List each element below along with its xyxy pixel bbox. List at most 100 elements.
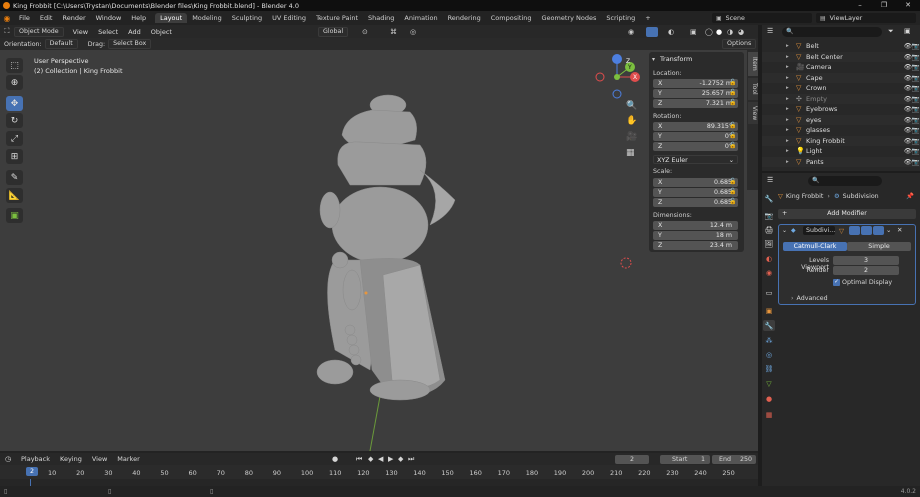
outliner-item[interactable]: ▸ ▽ glasses 👁 📷 xyxy=(762,125,920,135)
record-icon[interactable]: ● xyxy=(332,455,338,463)
timeline-menu-playback[interactable]: Playback xyxy=(16,455,55,463)
tab-scripting[interactable]: Scripting xyxy=(601,13,640,23)
lock-icon[interactable]: 🔓 xyxy=(729,79,736,86)
solid-shading-icon[interactable]: ● xyxy=(716,28,722,36)
expand-arrow-icon[interactable]: ▸ xyxy=(786,106,796,112)
render-camera-icon[interactable]: 📷 xyxy=(912,84,920,92)
render-camera-icon[interactable]: 📷 xyxy=(912,158,920,166)
next-keyframe-icon[interactable]: ◆ xyxy=(398,455,403,463)
lock-icon[interactable]: 🔓 xyxy=(729,132,736,139)
lock-icon[interactable]: 🔓 xyxy=(729,142,736,149)
modifier-name-field[interactable]: Subdivi... xyxy=(803,226,835,235)
properties-editor-type-icon[interactable]: ☰ xyxy=(767,176,773,184)
expand-arrow-icon[interactable]: ▸ xyxy=(786,159,796,165)
minimize-icon[interactable]: – xyxy=(848,0,872,11)
tab-texture-paint[interactable]: Texture Paint xyxy=(311,13,363,23)
pin-icon[interactable]: 📌 xyxy=(906,192,914,200)
scale-z-field[interactable]: Z 0.685 xyxy=(653,198,738,207)
add-workspace-button[interactable]: + xyxy=(640,13,655,23)
gizmo-toggle-icon[interactable] xyxy=(646,26,658,37)
visibility-eye-icon[interactable]: 👁 xyxy=(904,95,912,103)
play-icon[interactable]: ▶ xyxy=(388,455,393,463)
render-camera-icon[interactable]: 📷 xyxy=(912,42,920,50)
lock-icon[interactable]: 🔓 xyxy=(729,178,736,185)
render-camera-icon[interactable]: 📷 xyxy=(912,53,920,61)
scale-x-field[interactable]: X 0.685 xyxy=(653,178,738,187)
sidebar-tab-tool[interactable]: Tool xyxy=(748,78,758,100)
lock-icon[interactable]: 🔓 xyxy=(729,198,736,205)
location-x-field[interactable]: X -1.2752 m xyxy=(653,79,738,88)
pan-hand-icon[interactable]: ✋ xyxy=(626,116,637,126)
outliner-item[interactable]: ▸ ▽ Belt Center 👁 📷 xyxy=(762,51,920,62)
levels-viewport-field[interactable]: 3 xyxy=(833,256,899,265)
expand-arrow-icon[interactable]: ▸ xyxy=(786,75,796,81)
constraints-properties-icon[interactable]: ⛓ xyxy=(763,363,775,374)
dimensions-z-field[interactable]: Z 23.4 m xyxy=(653,241,738,250)
ortho-grid-icon[interactable]: ▦ xyxy=(626,148,635,158)
menu-window[interactable]: Window xyxy=(91,14,127,22)
menu-help[interactable]: Help xyxy=(126,14,151,22)
advanced-subpanel[interactable]: › Advanced xyxy=(791,295,828,302)
modifier-properties-icon[interactable]: 🔧 xyxy=(763,320,775,331)
expand-arrow-icon[interactable]: ▸ xyxy=(786,54,796,60)
render-camera-icon[interactable]: 📷 xyxy=(912,95,920,103)
outliner-item[interactable]: ▸ ▽ Cape 👁 📷 xyxy=(762,72,920,83)
visibility-eye-icon[interactable]: 👁 xyxy=(904,147,912,155)
dimensions-y-field[interactable]: Y 18 m xyxy=(653,231,738,240)
timeline-menu-keying[interactable]: Keying xyxy=(55,455,87,463)
mode-dropdown[interactable]: Object Mode xyxy=(14,26,64,37)
outliner-item[interactable]: ▸ ▽ King Frobbit 👁 📷 xyxy=(762,135,920,146)
outliner-editor-type-icon[interactable]: ☰ xyxy=(767,27,773,35)
expand-arrow-icon[interactable]: ▸ xyxy=(786,64,796,70)
start-frame-field[interactable]: Start 1 xyxy=(660,454,710,464)
lock-icon[interactable]: 🔓 xyxy=(729,89,736,96)
physics-properties-icon[interactable]: ◎ xyxy=(763,349,775,360)
close-icon[interactable]: ✕ xyxy=(896,0,920,11)
visibility-eye-icon[interactable]: 👁 xyxy=(904,74,912,82)
visibility-eye-icon[interactable]: 👁 xyxy=(904,84,912,92)
simple-button[interactable]: Simple xyxy=(847,242,911,251)
visibility-eye-icon[interactable]: 👁 xyxy=(904,137,912,145)
menu-render[interactable]: Render xyxy=(57,14,90,22)
timeline-menu-view[interactable]: View xyxy=(87,455,112,463)
particles-properties-icon[interactable]: ⁂ xyxy=(763,335,775,346)
data-properties-icon[interactable]: ▽ xyxy=(763,378,775,389)
viewport-menu-select[interactable]: Select xyxy=(93,28,123,36)
rotate-tool[interactable]: ↻ xyxy=(6,113,23,128)
end-frame-field[interactable]: End 250 xyxy=(712,454,756,464)
remove-modifier-icon[interactable]: ✕ xyxy=(897,226,902,234)
blender-menu-icon[interactable]: ◉ xyxy=(0,14,14,23)
filter-icon[interactable]: ⏷ xyxy=(888,27,894,36)
lock-icon[interactable]: 🔓 xyxy=(729,188,736,195)
scale-y-field[interactable]: Y 0.685 xyxy=(653,188,738,197)
tab-geometry-nodes[interactable]: Geometry Nodes xyxy=(537,13,602,23)
current-frame-field[interactable]: 2 xyxy=(615,454,649,464)
move-tool[interactable]: ✥ xyxy=(6,96,23,111)
timeline-editor-type-icon[interactable]: ◷ xyxy=(0,455,16,463)
visibility-eye-icon[interactable]: 👁 xyxy=(904,105,912,113)
proportional-icon[interactable]: ◎ xyxy=(410,28,416,36)
jump-end-icon[interactable]: ⏭ xyxy=(408,455,414,464)
pivot-icon[interactable]: ⊙ xyxy=(362,28,368,36)
render-camera-icon[interactable]: 📷 xyxy=(912,63,920,71)
catmull-clark-button[interactable]: Catmull-Clark xyxy=(783,242,847,251)
scale-tool[interactable]: ⤢ xyxy=(6,131,23,146)
viewport-display-toggle-icon[interactable] xyxy=(861,226,872,235)
world-properties-icon[interactable]: ◉ xyxy=(763,267,775,278)
outliner-item[interactable]: ▸ 💡 Light 👁 📷 xyxy=(762,146,920,156)
outliner-item[interactable]: ▸ ▽ eyes 👁 📷 xyxy=(762,114,920,125)
menu-edit[interactable]: Edit xyxy=(35,14,58,22)
rendered-shading-icon[interactable]: ◕ xyxy=(738,28,744,36)
tab-modeling[interactable]: Modeling xyxy=(187,13,227,23)
camera-view-icon[interactable]: 🎥 xyxy=(626,132,637,142)
visibility-eye-icon[interactable]: 👁 xyxy=(904,63,912,71)
panel-collapse-icon[interactable]: ▾ xyxy=(652,56,655,63)
rotation-mode-dropdown[interactable]: XYZ Euler ⌄ xyxy=(653,155,738,164)
optimal-display-checkbox[interactable]: ✓ xyxy=(833,279,840,286)
new-collection-icon[interactable]: ▣ xyxy=(904,27,911,35)
maximize-icon[interactable]: ❐ xyxy=(872,0,896,11)
zoom-icon[interactable]: 🔍 xyxy=(626,101,637,111)
timeline-menu-marker[interactable]: Marker xyxy=(112,455,144,463)
tab-rendering[interactable]: Rendering xyxy=(443,13,486,23)
rotation-x-field[interactable]: X 89.315° xyxy=(653,122,738,131)
